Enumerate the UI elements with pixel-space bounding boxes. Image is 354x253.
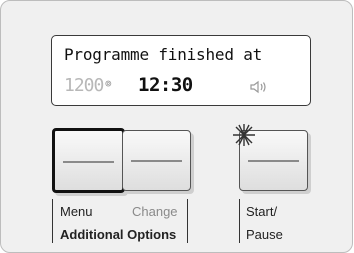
spin-icon: ⊚ [105, 77, 112, 90]
label-divider-left [52, 199, 53, 243]
display-message: Programme finished at [64, 45, 263, 64]
change-button[interactable] [122, 130, 191, 191]
speaker-icon [250, 80, 266, 94]
spin-speed: 1200 [64, 75, 104, 96]
additional-options-label: Additional Options [60, 227, 177, 242]
menu-label: Menu [60, 204, 93, 219]
pause-label: Pause [246, 227, 283, 242]
start-pause-button[interactable] [233, 124, 308, 191]
change-label: Change [132, 204, 178, 219]
sparkle-icon [233, 124, 255, 146]
button-line [63, 161, 114, 163]
button-line [248, 160, 299, 162]
label-divider-right [239, 199, 240, 243]
control-panel: Programme finished at 1200 ⊚ 12:30 Menu … [0, 0, 353, 253]
button-line [131, 160, 182, 162]
lcd-display: Programme finished at 1200 ⊚ 12:30 [51, 35, 311, 106]
label-divider-middle [187, 199, 188, 243]
start-label: Start/ [246, 204, 278, 219]
menu-button[interactable] [52, 128, 125, 193]
display-status-row: 1200 ⊚ 12:30 [64, 74, 302, 97]
finish-time: 12:30 [138, 74, 193, 96]
